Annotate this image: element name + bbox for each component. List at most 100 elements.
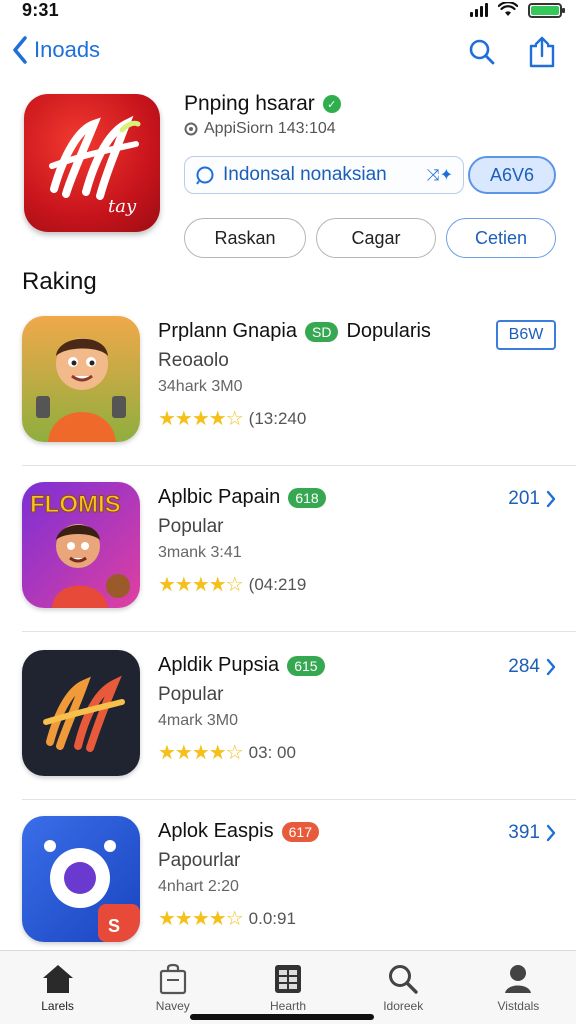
list-item-meta: 4nhart 2:20 xyxy=(158,878,239,895)
star-rating-icon: ★★★★☆ xyxy=(158,742,244,764)
list-item-subtitle: Popular xyxy=(158,516,224,537)
tab-label: Larels xyxy=(41,999,74,1013)
list-item-title: Apldik Pupsia 615 xyxy=(158,654,325,677)
list-item-name: Aplok Easpis xyxy=(158,820,274,842)
status-bar: 9:31 xyxy=(0,0,576,22)
rank-link[interactable]: 391 xyxy=(508,822,556,844)
game-icon-dark-logo xyxy=(22,650,140,776)
tab-profile[interactable]: Vistdals xyxy=(461,951,576,1024)
svg-text:FLOMIS: FLOMIS xyxy=(30,491,121,518)
list-item[interactable]: Apldik Pupsia 615 Popular 4mark 3M0 ★★★★… xyxy=(0,640,576,800)
list-item-badge: 618 xyxy=(288,487,326,508)
info-icon xyxy=(184,122,198,136)
back-button[interactable]: Inoads xyxy=(12,36,100,64)
divider xyxy=(22,631,576,632)
sparkle-icon: ⤨✦ xyxy=(426,167,453,184)
tab-label: Navey xyxy=(155,999,190,1013)
list-item-title: Aplbic Papain 618 xyxy=(158,486,326,509)
list-item[interactable]: FLOMIS Aplbic Papain 618 Popular 3mank 3… xyxy=(0,472,576,632)
search-field[interactable]: Indonsal nonaksian ⤨✦ xyxy=(184,156,464,194)
tab-home[interactable]: Larels xyxy=(0,951,115,1024)
tab-bar: Larels Navey Hearth Idoreek Vistdals xyxy=(0,950,576,1024)
list-item-subtitle: Popular xyxy=(158,684,224,705)
search-icon xyxy=(469,39,495,65)
bag-icon xyxy=(159,963,186,995)
rank-value: 284 xyxy=(508,656,540,677)
game-icon-flomis: FLOMIS xyxy=(22,482,140,608)
rank-link[interactable]: 201 xyxy=(508,488,556,510)
battery-fill xyxy=(531,5,559,15)
rating-count: (04:219 xyxy=(248,574,307,594)
primary-action-button[interactable]: A6V6 xyxy=(468,156,556,194)
tab-label: Idoreek xyxy=(383,999,424,1013)
list-item-subtitle: Reoaolo xyxy=(158,350,229,371)
list-item-badge: 615 xyxy=(287,655,325,676)
search-icon xyxy=(389,965,418,994)
tab-label: Vistdals xyxy=(497,999,540,1013)
list-item[interactable]: S Aplok Easpis 617 Papourlar 4nhart 2:20… xyxy=(0,806,576,966)
list-item-name: Aplbic Papain xyxy=(158,486,281,508)
home-icon xyxy=(42,965,73,993)
status-icons xyxy=(470,2,565,18)
svg-text:S: S xyxy=(108,916,120,936)
chevron-left-icon xyxy=(13,36,27,64)
search-ring-icon xyxy=(196,166,214,185)
rating-count: (13:240 xyxy=(248,408,307,428)
list-item-rating: ★★★★☆ 03: 00 xyxy=(158,740,296,765)
section-title: Raking xyxy=(22,268,97,295)
game-icon-hero xyxy=(22,316,140,442)
get-button[interactable]: B6W xyxy=(496,320,556,350)
star-rating-icon: ★★★★☆ xyxy=(158,408,244,430)
rank-link[interactable]: 284 xyxy=(508,656,556,678)
list-item-rating: ★★★★☆ (13:240 xyxy=(158,406,306,431)
list-item-title: Prplann Gnapia SD Dopularis xyxy=(158,320,431,343)
app-title: Pnping hsarar ✓ xyxy=(184,92,341,116)
chip-filter-2[interactable]: Cagar xyxy=(316,218,436,258)
person-icon xyxy=(505,965,532,993)
svg-text:tay: tay xyxy=(108,196,137,217)
nav-bar: Inoads xyxy=(0,30,576,78)
rating-count: 0.0:91 xyxy=(248,908,296,928)
rank-value: 201 xyxy=(508,488,540,509)
share-button[interactable] xyxy=(526,36,558,68)
list-item-title: Aplok Easpis 617 xyxy=(158,820,319,843)
grid-icon xyxy=(275,965,301,993)
rating-count: 03: 00 xyxy=(248,742,296,762)
list-item-badge: SD xyxy=(304,321,339,342)
app-title-text: Pnping hsarar xyxy=(184,92,315,115)
list-item[interactable]: Prplann Gnapia SD Dopularis Reoaolo 34ha… xyxy=(0,306,576,466)
app-header: tay Pnping hsarar ✓ AppiSiorn 143:104 In… xyxy=(0,92,576,262)
chip-filter-3[interactable]: Cetien xyxy=(446,218,556,258)
rank-value: 391 xyxy=(508,822,540,843)
list-item-meta: 34hark 3M0 xyxy=(158,378,243,395)
wifi-icon xyxy=(498,2,518,16)
tab-label: Hearth xyxy=(269,999,307,1013)
list-item-badge: 617 xyxy=(281,821,319,842)
verified-icon: ✓ xyxy=(322,95,341,113)
share-icon xyxy=(529,36,555,68)
chevron-right-icon xyxy=(546,658,556,676)
chip-filter-1[interactable]: Raskan xyxy=(184,218,306,258)
divider xyxy=(22,799,576,800)
signal-icon xyxy=(470,3,488,17)
app-logo-icon: tay xyxy=(49,115,141,217)
list-item-subtitle: Papourlar xyxy=(158,850,241,871)
app-subtitle: AppiSiorn 143:104 xyxy=(184,120,336,138)
nav-actions xyxy=(466,36,558,68)
app-icon[interactable]: tay xyxy=(24,94,160,232)
list-item-rating: ★★★★☆ 0.0:91 xyxy=(158,906,296,931)
list-item-extra: Dopularis xyxy=(346,320,431,342)
star-rating-icon: ★★★★☆ xyxy=(158,908,244,930)
chevron-right-icon xyxy=(546,824,556,842)
list-item-meta: 4mark 3M0 xyxy=(158,712,239,729)
back-label: Inoads xyxy=(34,37,101,62)
star-rating-icon: ★★★★☆ xyxy=(158,574,244,596)
list-item-name: Apldik Pupsia xyxy=(158,654,280,676)
home-indicator[interactable] xyxy=(190,1014,374,1020)
search-button[interactable] xyxy=(466,36,498,68)
list-item-rating: ★★★★☆ (04:219 xyxy=(158,572,306,597)
status-time: 9:31 xyxy=(22,0,59,20)
app-subtitle-text: AppiSiorn 143:104 xyxy=(204,120,336,137)
list-item-meta: 3mank 3:41 xyxy=(158,544,242,561)
search-field-text: Indonsal nonaksian xyxy=(223,164,387,185)
